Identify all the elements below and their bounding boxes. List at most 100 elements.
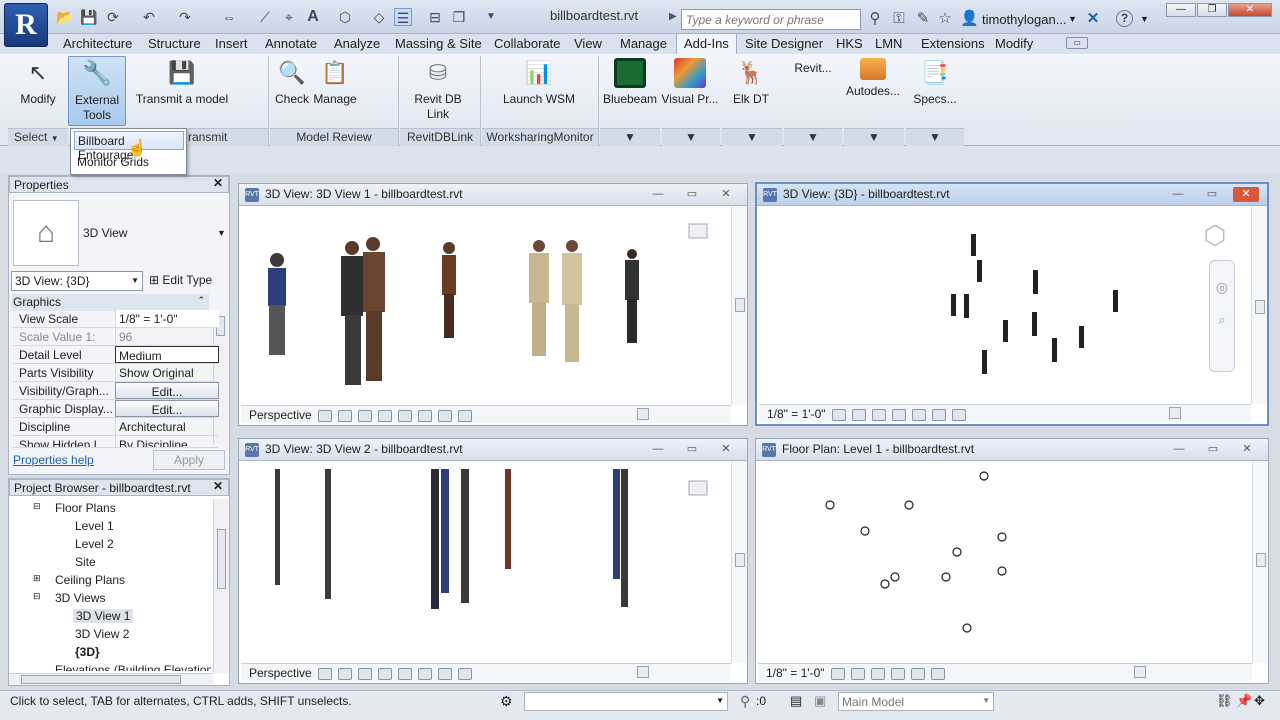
render-icon[interactable] — [891, 408, 906, 421]
panel-elk-expander[interactable]: ▼ — [722, 128, 782, 146]
view-window-3d-default[interactable]: RVT 3D View: {3D} - billboardtest.rvt — ▭ ✕… — [755, 182, 1269, 426]
tree-level-2[interactable]: Level 2 — [75, 537, 114, 551]
panel-specs-expander[interactable]: ▼ — [906, 128, 964, 146]
view-3-hscroll-thumb[interactable] — [637, 666, 649, 678]
panel-visual-expander[interactable]: ▼ — [662, 128, 720, 146]
design-options-icon[interactable]: ▤ — [790, 693, 802, 709]
sync-icon[interactable]: ⟳ — [104, 8, 122, 26]
sun-path-icon[interactable] — [337, 409, 352, 422]
tab-add-ins[interactable]: Add-Ins — [676, 33, 737, 55]
redo-icon[interactable]: ↷ — [176, 8, 194, 26]
reveal-icon[interactable] — [457, 409, 472, 422]
select-pinned-icon[interactable]: 📌 — [1236, 693, 1252, 709]
worksets-icon[interactable]: ⚙ — [500, 693, 513, 710]
view-4-minimize-button[interactable]: — — [1166, 442, 1192, 457]
hide-icon[interactable] — [417, 667, 432, 680]
tab-site-designer[interactable]: Site Designer — [738, 34, 830, 54]
visual-style-icon[interactable] — [831, 408, 846, 421]
view-4-vscrollbar[interactable] — [1252, 461, 1268, 663]
view-1-vscrollbar[interactable] — [731, 206, 747, 405]
edit-type-button[interactable]: ⊞ Edit Type — [149, 273, 212, 287]
elk-dt-button[interactable]: 🦌 Elk DT — [724, 58, 778, 107]
revit-more-button[interactable]: Revit... — [784, 61, 842, 76]
shadows-icon[interactable] — [870, 667, 885, 680]
view-window-3d-view-1[interactable]: RVT 3D View: 3D View 1 - billboardtest.rv… — [238, 183, 748, 426]
view-2-maximize-button[interactable]: ▭ — [1199, 187, 1225, 202]
tree-3d-default[interactable]: {3D} — [75, 645, 100, 659]
view-1-close-button[interactable]: ✕ — [713, 187, 739, 202]
view-4-close-button[interactable]: ✕ — [1234, 442, 1260, 457]
temp-hide-icon[interactable] — [951, 408, 966, 421]
viewcube-placeholder-icon[interactable] — [688, 480, 708, 496]
shadows-icon[interactable] — [871, 408, 886, 421]
align-icon[interactable]: ⇔ — [220, 8, 238, 26]
autodesk-cfd-button[interactable]: Autodes... — [844, 58, 902, 99]
search-input[interactable]: Type a keyword or phrase — [681, 9, 861, 30]
subscription-icon[interactable]: ⚿ — [890, 10, 908, 28]
launch-wsm-button[interactable]: 📊 Launch WSM — [498, 58, 580, 107]
browser-scrollbar[interactable] — [213, 499, 229, 673]
workset-select[interactable]: ▼ — [524, 692, 728, 711]
tab-hks[interactable]: HKS — [829, 34, 870, 54]
transmit-model-button[interactable]: 💾 Transmit a model — [134, 58, 230, 107]
help-icon[interactable]: ? — [1116, 10, 1133, 27]
browser-hscrollbar[interactable] — [9, 673, 213, 685]
sun-path-icon[interactable] — [337, 667, 352, 680]
tab-architecture[interactable]: Architecture — [56, 34, 139, 54]
expand-ceiling-plans-icon[interactable]: ⊞ — [33, 573, 41, 584]
tree-site[interactable]: Site — [75, 555, 96, 569]
communication-icon[interactable]: ✎ — [914, 10, 932, 28]
undo-icon[interactable]: ↶ — [140, 8, 158, 26]
close-hidden-icon[interactable]: ⊟ — [426, 8, 444, 26]
hide-icon[interactable] — [910, 667, 925, 680]
edit-graphic-display-button[interactable]: Edit... — [115, 400, 219, 417]
tree-ceiling-plans[interactable]: Ceiling Plans — [55, 573, 125, 587]
view-1-hscroll-thumb[interactable] — [637, 408, 649, 420]
external-tools-button[interactable]: 🔧 External Tools — [68, 56, 126, 126]
modify-button[interactable]: ↖ Modify — [14, 58, 62, 107]
steering-wheel-icon[interactable]: ◎ — [1210, 279, 1234, 296]
edit-visibility-button[interactable]: Edit... — [115, 382, 219, 399]
temp-hide-icon[interactable] — [930, 667, 945, 680]
visual-pr-button[interactable]: Visual Pr... — [660, 58, 720, 107]
3d-view-icon[interactable]: ⬡ — [336, 8, 354, 26]
app-restore-button[interactable]: ❐ — [1197, 3, 1227, 17]
section-icon[interactable]: ◇ — [370, 8, 388, 26]
render-icon[interactable] — [377, 667, 392, 680]
user-name[interactable]: timothylogan... — [982, 12, 1067, 27]
panel-autodesk-expander[interactable]: ▼ — [844, 128, 904, 146]
close-properties-icon[interactable]: ✕ — [213, 176, 223, 190]
crop-icon[interactable] — [397, 667, 412, 680]
crop-icon[interactable] — [911, 408, 926, 421]
user-icon[interactable]: 👤 — [960, 10, 979, 28]
render-icon[interactable] — [377, 409, 392, 422]
search-expand-icon[interactable]: ▶ — [669, 11, 677, 22]
panel-revit-expander[interactable]: ▼ — [784, 128, 842, 146]
type-selector-dropdown-icon[interactable]: ▼ — [217, 228, 226, 238]
navigation-bar[interactable]: ◎ ⌕ — [1209, 260, 1235, 372]
view-2-vscrollbar[interactable] — [1251, 206, 1267, 404]
collapse-icon[interactable]: ⌃ — [197, 295, 205, 306]
qat-dropdown-icon[interactable]: ▼ — [482, 8, 500, 26]
tab-massing-site[interactable]: Massing & Site — [388, 34, 489, 54]
view-3-close-button[interactable]: ✕ — [713, 442, 739, 457]
apply-button[interactable]: Apply — [153, 450, 225, 470]
visual-style-icon[interactable] — [830, 667, 845, 680]
tree-level-1[interactable]: Level 1 — [75, 519, 114, 533]
select-links-icon[interactable]: ⛓ — [1216, 693, 1233, 709]
ribbon-minimize-icon[interactable]: ▭ — [1066, 37, 1088, 49]
check-button[interactable]: 🔍 Check — [272, 58, 312, 107]
view-2-close-button[interactable]: ✕ — [1233, 187, 1259, 202]
properties-help-link[interactable]: Properties help — [13, 453, 94, 467]
tab-view[interactable]: View — [567, 34, 609, 54]
view-3-titlebar[interactable]: RVT 3D View: 3D View 2 - billboardtest.rv… — [239, 439, 747, 461]
favorites-icon[interactable]: ☆ — [936, 10, 954, 28]
panel-bluebeam-expander[interactable]: ▼ — [600, 128, 660, 146]
view-4-canvas[interactable] — [816, 469, 1016, 639]
crop-icon[interactable] — [397, 409, 412, 422]
section-graphics[interactable]: Graphics ⌃ — [11, 294, 209, 311]
switch-windows-icon[interactable]: ❐ — [450, 8, 468, 26]
design-option-select[interactable]: Main Model ▼ — [838, 692, 994, 711]
view-2-hscroll-thumb[interactable] — [1169, 407, 1181, 419]
view-window-floor-plan-level-1[interactable]: RVT Floor Plan: Level 1 - billboardtest.r… — [755, 438, 1269, 684]
